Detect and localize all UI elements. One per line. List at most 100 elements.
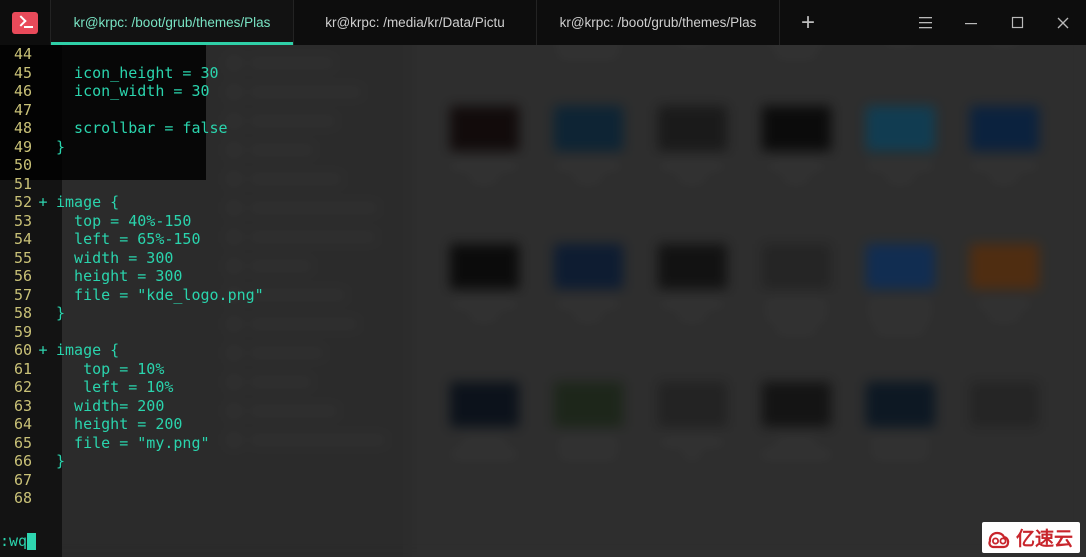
tab-1[interactable]: kr@krpc: /boot/grub/themes/Plas (50, 0, 293, 45)
hamburger-icon (918, 17, 932, 29)
line-number: 63 (13, 396, 32, 415)
code-line: 46 icon_width = 30 (0, 82, 264, 101)
line-number: 60 (13, 341, 32, 359)
watermark-text: 亿速云 (1015, 528, 1073, 550)
code-text: icon_height = 30 (56, 63, 219, 82)
terminal-content[interactable]: 44 45 icon_height = 30 46 icon_width = 30 4… (0, 45, 1086, 557)
code-line: 45 icon_height = 30 (0, 64, 264, 83)
code-text: height = 200 (56, 415, 183, 433)
tab-2[interactable]: kr@krpc: /media/kr/Data/Pictu (293, 0, 536, 45)
line-number: 50 (13, 156, 32, 174)
code-line: 49} (0, 138, 264, 157)
line-number: 66 (13, 452, 32, 470)
code-text: image { (56, 341, 120, 359)
code-text: width= 200 (56, 396, 165, 415)
code-line: 47 (0, 101, 264, 120)
code-line: 67 (0, 471, 264, 490)
app-icon-container (0, 0, 50, 45)
code-line: 66} (0, 452, 264, 471)
code-line: 65 file = "my.png" (0, 434, 264, 453)
line-number: 61 (13, 359, 32, 378)
code-text: width = 300 (56, 248, 174, 267)
minimize-icon (965, 22, 977, 24)
maximize-button[interactable] (994, 0, 1040, 45)
code-line: 53 top = 40%-150 (0, 212, 264, 231)
code-line: 54 left = 65%-150 (0, 230, 264, 249)
tab-3-label: kr@krpc: /boot/grub/themes/Plas (559, 15, 757, 30)
plus-icon: + (800, 8, 815, 36)
vim-buffer: 44 45 icon_height = 30 46 icon_width = 30 4… (0, 45, 264, 508)
code-text: } (56, 137, 66, 156)
terminal-window: kr@krpc: /boot/grub/themes/Plas kr@krpc:… (0, 0, 1086, 557)
code-text: file = "my.png" (56, 433, 210, 452)
titlebar-drag-area[interactable] (836, 0, 902, 45)
code-line: 50 (0, 156, 264, 175)
code-line: 57 file = "kde_logo.png" (0, 286, 264, 305)
menu-button[interactable] (902, 0, 948, 45)
code-line: 51 (0, 175, 264, 194)
line-number: 53 (13, 211, 32, 230)
line-number: 64 (13, 415, 32, 433)
line-number: 52 (13, 193, 32, 211)
line-number: 54 (13, 230, 32, 248)
code-text: top = 40%-150 (56, 211, 192, 230)
line-number: 45 (13, 63, 32, 82)
minimize-button[interactable] (948, 0, 994, 45)
code-line: 56 height = 300 (0, 267, 264, 286)
code-line: 68 (0, 489, 264, 508)
code-line: 62 left = 10% (0, 378, 264, 397)
tab-bar: kr@krpc: /boot/grub/themes/Plas kr@krpc:… (0, 0, 1086, 45)
line-number: 57 (13, 285, 32, 304)
cloud-logo-icon (986, 527, 1012, 549)
tab-1-label: kr@krpc: /boot/grub/themes/Plas (73, 15, 271, 30)
diff-sign: + (38, 341, 48, 359)
line-number: 67 (13, 470, 32, 489)
line-number: 46 (13, 82, 32, 100)
code-line: 44 (0, 45, 264, 64)
code-line: 48 scrollbar = false (0, 119, 264, 138)
line-number: 48 (13, 119, 32, 137)
code-text: left = 65%-150 (56, 230, 201, 248)
line-number: 49 (13, 137, 32, 156)
code-text: icon_width = 30 (56, 82, 210, 100)
vim-command-line: :wq (0, 532, 37, 550)
line-number: 65 (13, 433, 32, 452)
line-number: 68 (13, 489, 32, 507)
line-number: 56 (13, 267, 32, 285)
line-number: 62 (13, 378, 32, 396)
cloud-swirl-icon (988, 531, 1010, 548)
new-tab-button[interactable]: + (779, 0, 836, 45)
terminal-app: kr@krpc: /boot/grub/themes/Plas kr@krpc:… (0, 0, 1086, 557)
line-number: 58 (13, 304, 32, 322)
code-line: 63 width= 200 (0, 397, 264, 416)
code-line: 60 + image { (0, 341, 264, 360)
line-number: 59 (13, 322, 32, 341)
code-line: 52 + image { (0, 193, 264, 212)
line-number: 51 (13, 174, 32, 193)
code-line: 59 (0, 323, 264, 342)
close-button[interactable] (1040, 0, 1086, 45)
diff-sign: + (38, 193, 48, 211)
code-line: 61 top = 10% (0, 360, 264, 379)
tab-3[interactable]: kr@krpc: /boot/grub/themes/Plas (536, 0, 779, 45)
code-text: file = "kde_logo.png" (56, 285, 264, 304)
code-text: top = 10% (56, 359, 165, 378)
line-number: 44 (13, 45, 32, 63)
code-line: 58} (0, 304, 264, 323)
code-text: } (56, 304, 66, 322)
command-text: :wq (0, 532, 28, 550)
code-text: } (56, 452, 66, 470)
code-line: 55 width = 300 (0, 249, 264, 268)
window-controls (902, 0, 1086, 45)
close-icon (1057, 17, 1069, 28)
maximize-icon (1011, 16, 1023, 29)
terminal-icon (12, 11, 38, 34)
text-cursor (27, 532, 37, 550)
code-text: height = 300 (56, 267, 183, 285)
code-text: image { (56, 193, 120, 211)
watermark: 亿速云 (981, 522, 1080, 553)
line-number: 47 (13, 100, 32, 119)
line-number: 55 (13, 248, 32, 267)
code-text: left = 10% (56, 378, 174, 396)
code-line: 64 height = 200 (0, 415, 264, 434)
